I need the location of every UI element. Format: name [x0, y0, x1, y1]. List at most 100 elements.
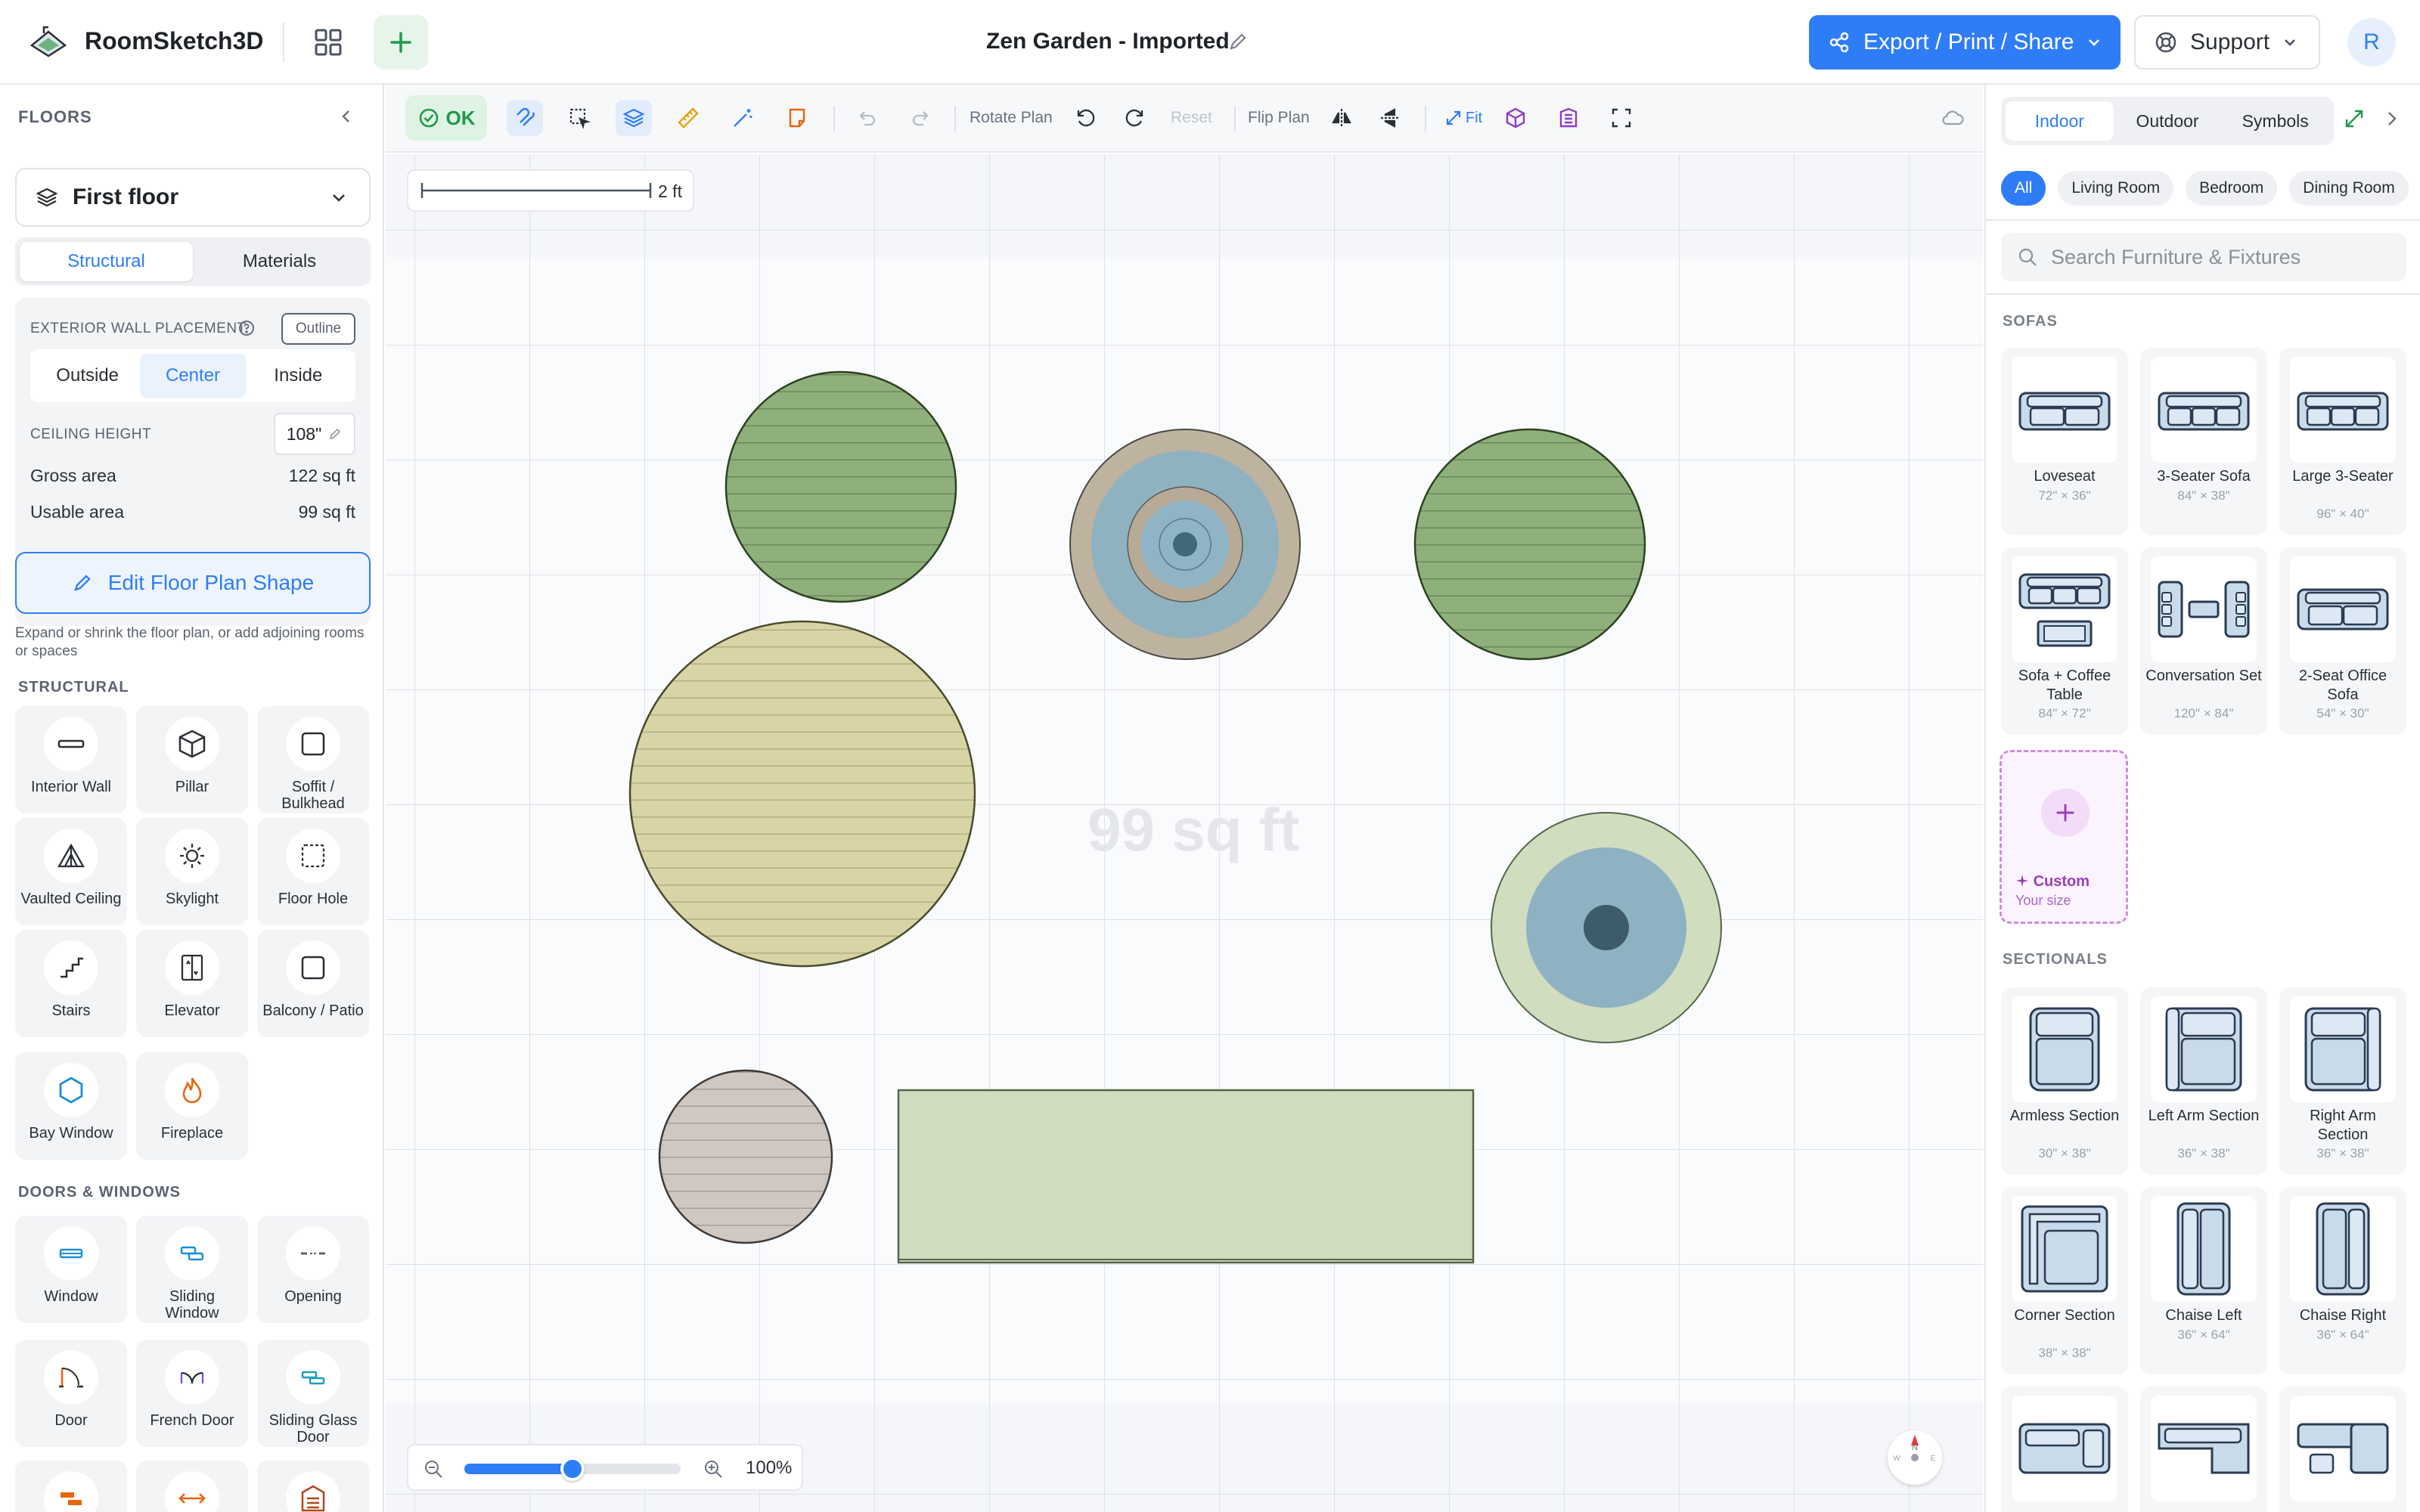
app-logo-icon[interactable]: [27, 23, 70, 62]
filter-bedroom[interactable]: Bedroom: [2186, 171, 2278, 206]
item-chaise-left[interactable]: Chaise Left 36" × 64": [2140, 1187, 2267, 1374]
edit-floor-plan-shape-button[interactable]: Edit Floor Plan Shape: [15, 552, 371, 614]
filter-dining-room[interactable]: Dining Room: [2289, 171, 2409, 206]
dashboard-grid-icon[interactable]: [310, 24, 346, 60]
tab-symbols[interactable]: Symbols: [2221, 101, 2329, 141]
fit-button[interactable]: Fit: [1437, 100, 1490, 136]
undo-button[interactable]: [849, 100, 885, 136]
tool-pocket-door[interactable]: [15, 1461, 127, 1512]
ceiling-height-input[interactable]: 108": [274, 413, 355, 455]
layers-tool[interactable]: [616, 100, 652, 136]
measure-tool[interactable]: [670, 100, 706, 136]
item-armless-section[interactable]: Armless Section 30" × 38": [2001, 987, 2128, 1175]
item-left-arm-section[interactable]: Left Arm Section 36" × 38": [2140, 987, 2267, 1175]
tool-elevator[interactable]: Elevator: [136, 930, 248, 1037]
placement-inside[interactable]: Inside: [246, 354, 351, 398]
outline-button[interactable]: Outline: [281, 313, 355, 345]
tool-window[interactable]: Window: [15, 1216, 127, 1323]
tool-bay-window[interactable]: Bay Window: [15, 1052, 127, 1160]
tab-outdoor[interactable]: Outdoor: [2114, 101, 2222, 141]
filter-all[interactable]: All: [2001, 171, 2046, 206]
3d-view-button[interactable]: [1497, 100, 1534, 136]
item-corner-section[interactable]: Corner Section 38" × 38": [2001, 1187, 2128, 1374]
tab-materials[interactable]: Materials: [193, 242, 366, 281]
tool-sliding-window[interactable]: Sliding Window: [136, 1216, 248, 1323]
select-tool[interactable]: [561, 100, 597, 136]
document-title[interactable]: Zen Garden - Imported: [986, 29, 1230, 54]
expand-panel-icon[interactable]: [2343, 107, 2366, 130]
tool-vaulted-ceiling[interactable]: Vaulted Ceiling: [15, 818, 127, 925]
tool-interior-wall[interactable]: Interior Wall: [15, 706, 127, 813]
tool-french-door[interactable]: French Door: [136, 1340, 248, 1447]
tool-door[interactable]: Door: [15, 1340, 127, 1447]
conversation-set-icon: [2158, 581, 2250, 638]
elevation-view-button[interactable]: [1550, 100, 1587, 136]
tool-sliding-glass-door[interactable]: Sliding Glass Door: [257, 1340, 369, 1447]
flip-horizontal-button[interactable]: [1323, 100, 1360, 136]
stone-circle[interactable]: [658, 1069, 833, 1244]
zoom-slider-handle[interactable]: [560, 1457, 585, 1481]
export-print-share-button[interactable]: Export / Print / Share: [1809, 15, 2121, 70]
chevron-right-icon[interactable]: [2381, 107, 2403, 130]
item-large-3-seater[interactable]: Large 3-Seater 96" × 40": [2279, 348, 2406, 535]
item-3-seater-sofa[interactable]: 3-Seater Sofa 84" × 38": [2140, 348, 2267, 535]
furniture-search[interactable]: Search Furniture & Fixtures: [2001, 233, 2406, 281]
tool-soffit[interactable]: Soffit / Bulkhead: [257, 706, 369, 813]
item-name: Conversation Set: [2145, 668, 2262, 684]
custom-size-item[interactable]: Custom Your size: [2000, 750, 2128, 924]
redo-button[interactable]: [903, 100, 939, 136]
tab-indoor[interactable]: Indoor: [2006, 101, 2114, 141]
item-sectional-set-2[interactable]: [2140, 1387, 2267, 1512]
garden-bed-rectangle[interactable]: [897, 1089, 1475, 1264]
placement-outside[interactable]: Outside: [35, 354, 140, 398]
moss-mound-1[interactable]: [724, 370, 957, 603]
zoom-slider[interactable]: [464, 1457, 681, 1481]
reset-button[interactable]: Reset: [1171, 109, 1212, 127]
item-conversation-set[interactable]: Conversation Set 120" × 84": [2140, 547, 2267, 735]
tool-fireplace[interactable]: Fireplace: [136, 1052, 248, 1160]
cloud-sync-icon[interactable]: [1934, 100, 1971, 136]
rotate-right-button[interactable]: [1116, 100, 1153, 136]
moss-mound-2[interactable]: [1413, 428, 1646, 661]
item-right-arm-section[interactable]: Right Arm Section 36" × 38": [2279, 987, 2406, 1175]
tool-floor-hole[interactable]: Floor Hole: [257, 818, 369, 925]
auto-design-tool[interactable]: [724, 100, 761, 136]
water-basin[interactable]: [1069, 429, 1301, 660]
tool-pillar[interactable]: Pillar: [136, 706, 248, 813]
item-sectional-set-1[interactable]: [2001, 1387, 2128, 1512]
rotate-left-button[interactable]: [1068, 100, 1104, 136]
notes-tool[interactable]: [779, 100, 815, 136]
collapse-panel-icon[interactable]: [336, 106, 357, 127]
floor-selector[interactable]: First floor: [15, 168, 371, 227]
help-icon[interactable]: [237, 319, 256, 337]
magnet-snap-tool[interactable]: [507, 100, 543, 136]
tool-double-arrow[interactable]: [136, 1461, 248, 1512]
tool-opening[interactable]: Opening: [257, 1216, 369, 1323]
item-chaise-right[interactable]: Chaise Right 36" × 64": [2279, 1187, 2406, 1374]
zoom-in-icon[interactable]: [702, 1458, 724, 1480]
tool-garage-door[interactable]: [257, 1461, 369, 1512]
flip-vertical-button[interactable]: [1372, 100, 1408, 136]
validation-ok-button[interactable]: OK: [405, 95, 487, 141]
filter-living-room[interactable]: Living Room: [2058, 171, 2174, 206]
sand-bed[interactable]: [628, 620, 976, 968]
item-sofa-coffee-table[interactable]: Sofa + Coffee Table 84" × 72": [2001, 547, 2128, 735]
tab-structural[interactable]: Structural: [20, 242, 193, 281]
tool-skylight[interactable]: Skylight: [136, 818, 248, 925]
zoom-out-icon[interactable]: [422, 1458, 445, 1480]
new-project-button[interactable]: [374, 15, 428, 70]
tool-balcony[interactable]: Balcony / Patio: [257, 930, 369, 1037]
plus-icon: [390, 32, 411, 53]
tool-stairs[interactable]: Stairs: [15, 930, 127, 1037]
support-button[interactable]: Support: [2134, 15, 2320, 70]
item-2-seat-office-sofa[interactable]: 2-Seat Office Sofa 54" × 30": [2279, 547, 2406, 735]
floor-plan-canvas[interactable]: 99 sq ft 2 ft 100% N W E: [386, 154, 1983, 1512]
item-loveseat[interactable]: Loveseat 72" × 36": [2001, 348, 2128, 535]
user-avatar[interactable]: R: [2347, 18, 2396, 67]
compass-button[interactable]: N W E: [1888, 1430, 1942, 1485]
item-sectional-set-3[interactable]: [2279, 1387, 2406, 1512]
placement-center[interactable]: Center: [140, 354, 246, 398]
fullscreen-button[interactable]: [1603, 100, 1640, 136]
rename-pencil-icon[interactable]: [1227, 30, 1249, 53]
pond[interactable]: [1491, 812, 1722, 1043]
